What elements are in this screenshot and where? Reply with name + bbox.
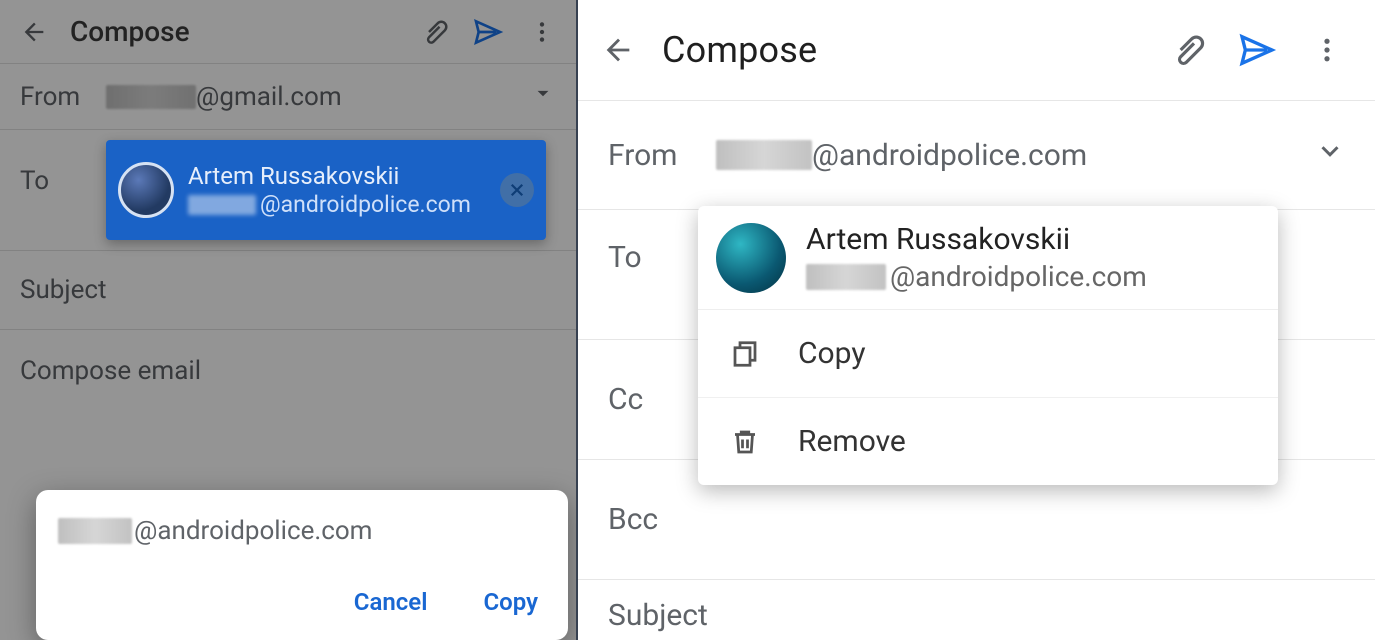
redacted-text [106,85,196,109]
right-screenshot: Compose From @androidpolice.com To [576,0,1375,640]
recipient-email: @androidpolice.com [188,191,471,220]
trash-icon [722,427,768,457]
dialog-email-text: @androidpolice.com [58,516,566,546]
back-arrow-icon[interactable] [588,20,648,80]
recipient-chip-text: Artem Russakovskii @androidpolice.com [188,161,471,220]
recipient-chip-selected[interactable]: Artem Russakovskii @androidpolice.com [106,140,546,240]
copy-action[interactable]: Copy [698,310,1278,397]
overflow-menu-icon[interactable] [1297,20,1357,80]
chevron-down-icon[interactable] [530,80,556,113]
recipient-name: Artem Russakovskii [806,220,1147,259]
subject-input[interactable]: Subject [578,580,1375,633]
attach-icon[interactable] [410,8,458,56]
compose-title: Compose [70,15,190,48]
subject-input[interactable]: Subject [0,251,576,330]
back-arrow-icon[interactable] [10,8,58,56]
copy-icon [722,339,768,369]
overflow-menu-icon[interactable] [518,8,566,56]
bcc-label: Bcc [608,502,716,537]
compose-header: Compose [0,0,576,64]
to-label: To [20,140,106,196]
popup-contact[interactable]: Artem Russakovskii @androidpolice.com [698,206,1278,310]
cancel-button[interactable]: Cancel [326,574,456,630]
remove-action[interactable]: Remove [698,397,1278,485]
recipient-name: Artem Russakovskii [188,161,471,191]
send-icon[interactable] [1227,20,1287,80]
from-label: From [20,82,106,112]
copy-button[interactable]: Copy [455,574,566,630]
from-value: @androidpolice.com [716,138,1087,173]
recipient-email: @androidpolice.com [806,259,1147,295]
redacted-text [806,264,886,290]
left-screenshot: Compose From @gmail.com To Artem [0,0,576,640]
from-row[interactable]: From @androidpolice.com [578,100,1375,210]
recipient-popup: Artem Russakovskii @androidpolice.com Co… [698,206,1278,485]
to-row: To Artem Russakovskii @androidpolice.com… [578,210,1375,340]
redacted-text [716,140,812,170]
avatar [118,162,174,218]
remove-chip-icon[interactable] [500,173,534,207]
copy-label: Copy [798,336,866,371]
from-value: @gmail.com [106,82,342,112]
chevron-down-icon[interactable] [1315,136,1345,174]
copy-dialog: @androidpolice.com Cancel Copy [36,490,568,640]
from-row[interactable]: From @gmail.com [0,64,576,130]
compose-title: Compose [662,29,817,71]
send-icon[interactable] [464,8,512,56]
remove-label: Remove [798,424,906,459]
redacted-text [58,518,132,544]
avatar [716,223,786,293]
from-label: From [608,138,716,173]
attach-icon[interactable] [1157,20,1217,80]
to-row: To Artem Russakovskii @androidpolice.com [0,130,576,251]
compose-header: Compose [578,0,1375,100]
body-input[interactable]: Compose email [0,330,576,412]
redacted-text [188,195,256,215]
